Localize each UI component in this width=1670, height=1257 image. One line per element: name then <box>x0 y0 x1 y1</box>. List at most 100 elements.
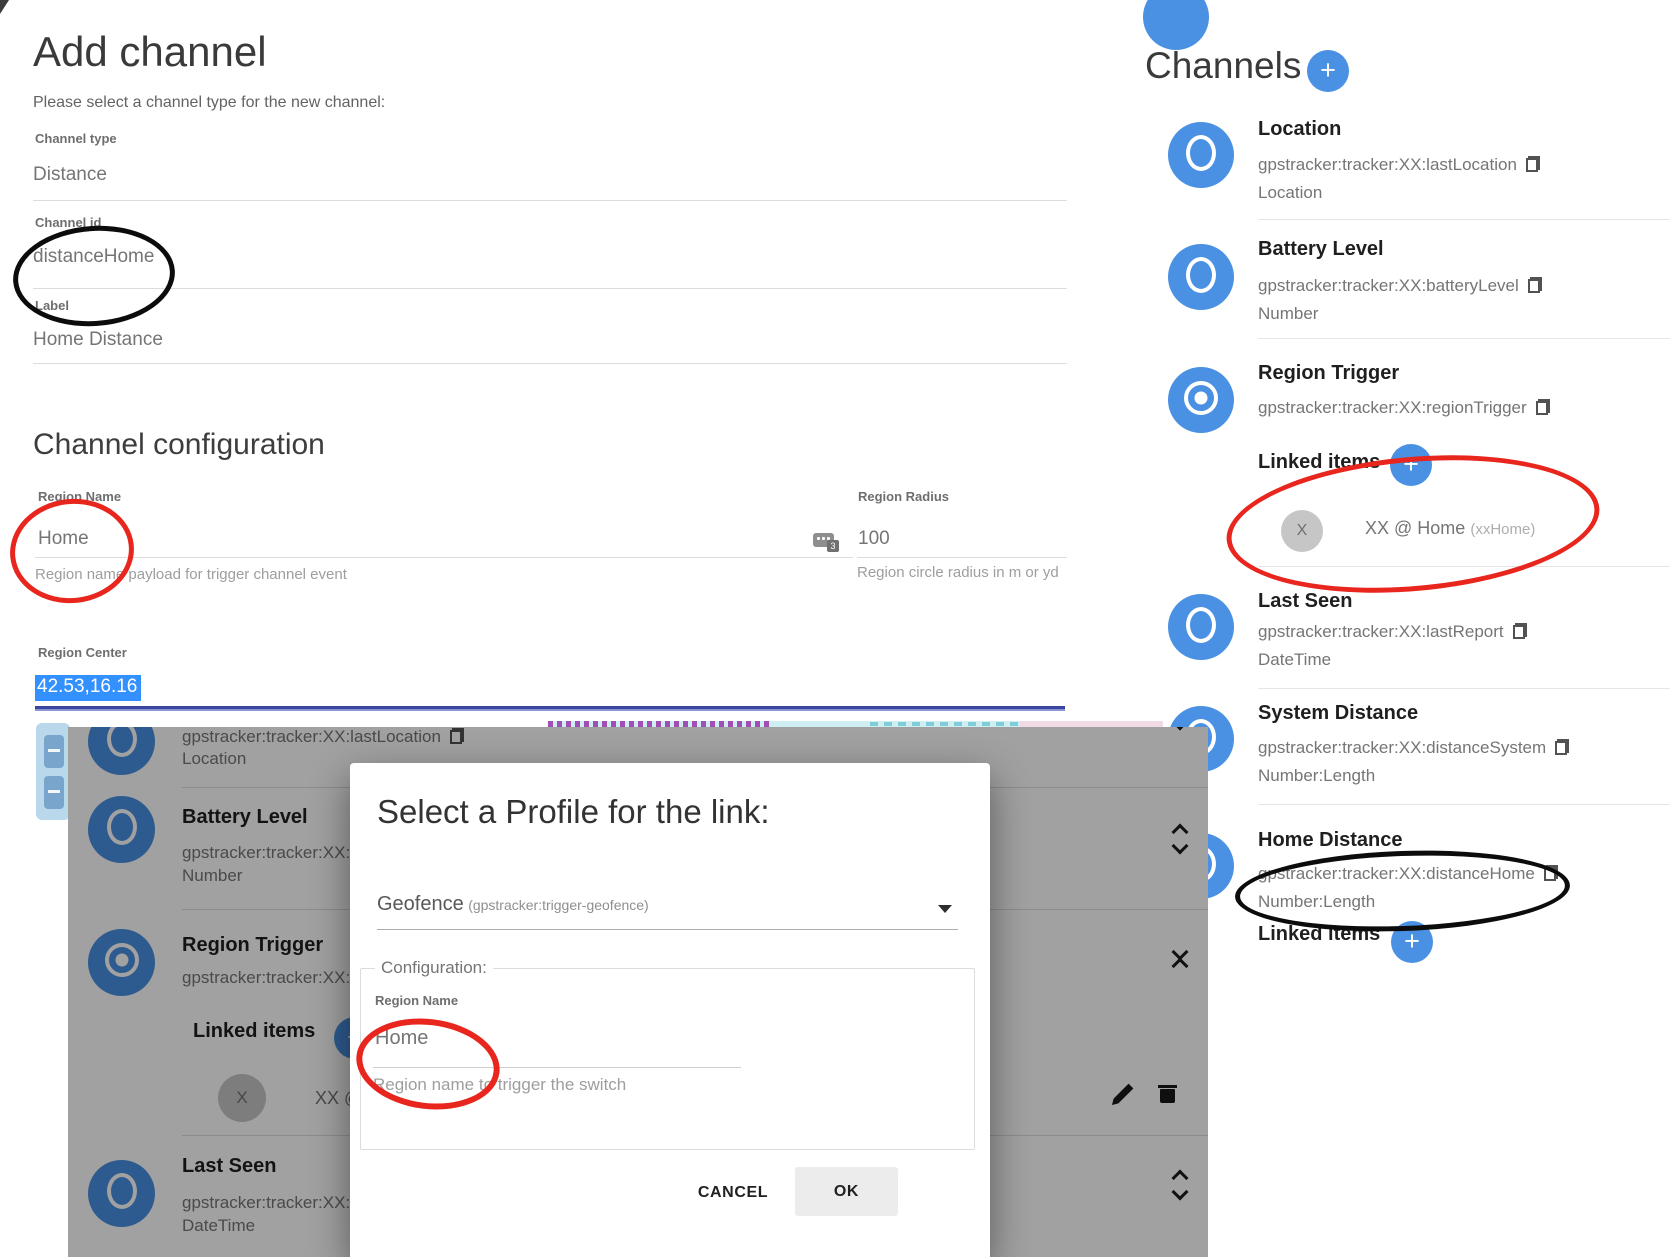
seam-teal-dashes <box>870 722 1020 726</box>
region-radius-input[interactable]: 100 <box>858 528 890 550</box>
radio-unchecked-icon <box>1186 607 1216 643</box>
profile-value: Geofence <box>377 893 464 915</box>
channel-type-label: Channel type <box>35 131 117 146</box>
channel-title: System Distance <box>1258 702 1418 725</box>
copy-icon[interactable] <box>1555 739 1569 755</box>
focus-underline-glow <box>35 709 1065 711</box>
radio-checked-icon <box>1184 381 1218 415</box>
map-zoom-out-button[interactable] <box>44 776 64 809</box>
channel-uid-text: gpstracker:tracker:XX:distanceSystem <box>1258 738 1546 757</box>
channel-icon-region-trigger <box>1168 367 1234 433</box>
radio-dot <box>1195 392 1208 405</box>
section-title: Channel configuration <box>33 428 325 462</box>
selected-text: 42.53,16.16 <box>35 675 141 701</box>
radio-unchecked-icon <box>1186 257 1216 293</box>
channel-icon-last-seen <box>1168 594 1234 660</box>
channel-icon-location <box>1168 122 1234 188</box>
linked-item-name[interactable]: XX @ Home (xxHome) <box>1365 518 1535 539</box>
channel-uid-text: gpstracker:tracker:XX:lastLocation <box>1258 155 1517 174</box>
channel-uid-text: gpstracker:tracker:XX:distanceHome <box>1258 864 1535 883</box>
keyboard-input-icon[interactable]: 3 <box>813 533 834 547</box>
divider <box>1258 566 1670 567</box>
profile-uid: (gpstracker:trigger-geofence) <box>468 897 649 913</box>
dialog-title: Select a Profile for the link: <box>377 793 770 831</box>
linked-items-label: Linked items <box>1258 923 1380 946</box>
channel-id-label: Channel id <box>35 215 101 230</box>
region-radius-label: Region Radius <box>858 489 949 504</box>
add-linked-item-button[interactable]: + <box>1391 921 1433 963</box>
cancel-button[interactable]: CANCEL <box>683 1175 783 1211</box>
channel-title: Battery Level <box>1258 238 1384 261</box>
channel-title: Location <box>1258 118 1341 141</box>
channel-id-input[interactable]: distanceHome <box>33 246 154 268</box>
select-underline <box>377 929 958 930</box>
region-radius-hint: Region circle radius in m or yd <box>857 564 1059 581</box>
channel-type-select[interactable]: Distance <box>33 164 107 186</box>
ok-button[interactable]: OK <box>795 1167 898 1216</box>
map-zoom-control-fragment <box>36 723 70 820</box>
dropdown-arrow-icon[interactable] <box>938 905 952 913</box>
divider <box>33 288 1067 289</box>
channel-type: Number:Length <box>1258 766 1375 786</box>
profile-select[interactable]: Geofence (gpstracker:trigger-geofence) <box>377 893 649 916</box>
input-underline <box>857 557 1067 558</box>
region-center-label: Region Center <box>38 645 127 660</box>
channel-uid: gpstracker:tracker:XX:lastLocation <box>1258 155 1540 175</box>
screen: Add channel Please select a channel type… <box>0 0 1670 1257</box>
corner-fragment <box>0 0 9 14</box>
page-title: Add channel <box>33 28 267 76</box>
scroll-top-fab[interactable] <box>1143 0 1209 50</box>
label-field-label: Label <box>35 298 69 313</box>
channel-type: DateTime <box>1258 650 1331 670</box>
annotation-ellipse-red-region-name <box>5 493 139 609</box>
channel-uid: gpstracker:tracker:XX:lastReport <box>1258 622 1527 642</box>
linked-item-avatar: X <box>1281 510 1323 552</box>
channel-title: Region Trigger <box>1258 362 1399 385</box>
region-name-hint: Region name to trigger the switch <box>373 1075 626 1095</box>
radio-unchecked-icon <box>1186 135 1216 171</box>
divider <box>33 200 1067 201</box>
divider <box>1258 804 1670 805</box>
region-name-input[interactable]: Home <box>375 1027 428 1050</box>
channel-uid-text: gpstracker:tracker:XX:batteryLevel <box>1258 276 1519 295</box>
channel-uid: gpstracker:tracker:XX:batteryLevel <box>1258 276 1542 296</box>
copy-icon[interactable] <box>1528 277 1542 293</box>
channel-title: Home Distance <box>1258 829 1403 852</box>
copy-icon[interactable] <box>1536 399 1550 415</box>
divider <box>1258 338 1670 339</box>
channel-type: Number:Length <box>1258 892 1375 912</box>
channel-title: Last Seen <box>1258 590 1352 613</box>
linked-items-label: Linked items <box>1258 451 1380 474</box>
channel-uid: gpstracker:tracker:XX:regionTrigger <box>1258 398 1550 418</box>
page-subtitle: Please select a channel type for the new… <box>33 94 385 112</box>
copy-icon[interactable] <box>1526 156 1540 172</box>
channel-icon-battery <box>1168 244 1234 310</box>
channel-type: Number <box>1258 304 1318 324</box>
copy-icon[interactable] <box>1513 623 1527 639</box>
channels-title: Channels <box>1145 45 1301 87</box>
region-name-label: Region Name <box>38 489 121 504</box>
region-name-label: Region Name <box>375 993 458 1008</box>
keyboard-badge: 3 <box>827 540 839 552</box>
add-channel-button[interactable]: + <box>1307 50 1349 92</box>
region-name-hint: Region name payload for trigger channel … <box>35 566 347 583</box>
channel-uid-text: gpstracker:tracker:XX:regionTrigger <box>1258 398 1527 417</box>
region-name-input[interactable]: Home <box>38 528 89 550</box>
annotation-ellipse-black-channel-id <box>10 220 179 331</box>
divider <box>1258 688 1670 689</box>
input-underline <box>373 1067 741 1068</box>
copy-icon[interactable] <box>1544 865 1558 881</box>
channel-uid-text: gpstracker:tracker:XX:lastReport <box>1258 622 1504 641</box>
linked-item-id: (xxHome) <box>1470 521 1535 538</box>
profile-dialog: Select a Profile for the link: Geofence … <box>350 763 990 1257</box>
divider <box>33 363 1067 364</box>
channel-uid: gpstracker:tracker:XX:distanceSystem <box>1258 738 1569 758</box>
map-zoom-in-button[interactable] <box>44 735 64 768</box>
divider <box>1258 219 1670 220</box>
channel-type: Location <box>1258 183 1322 203</box>
label-field-input[interactable]: Home Distance <box>33 329 163 351</box>
linked-item-name-text: XX @ Home <box>1365 518 1465 538</box>
input-underline <box>35 557 853 558</box>
region-center-input[interactable]: 42.53,16.16 <box>35 675 141 701</box>
add-linked-item-button[interactable]: + <box>1390 444 1432 486</box>
